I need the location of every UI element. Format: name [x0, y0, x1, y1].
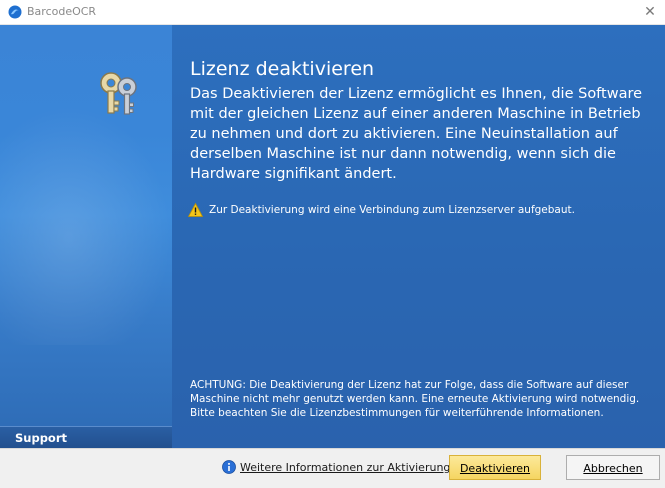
close-button[interactable]: ✕: [639, 2, 661, 22]
main-panel: Lizenz deaktivieren Das Deaktivieren der…: [172, 25, 665, 448]
deactivate-button[interactable]: Deaktivieren: [449, 455, 541, 480]
deactivate-label: Deaktivieren: [459, 462, 531, 475]
warning-text: Zur Deaktivierung wird eine Verbindung z…: [209, 204, 575, 216]
notice-text: ACHTUNG: Die Deaktivierung der Lizenz ha…: [190, 379, 640, 419]
info-icon: [222, 460, 236, 474]
sidebar-glow: [0, 105, 172, 345]
description-text: Das Deaktivieren der Lizenz ermöglicht e…: [190, 86, 643, 182]
page-title: Lizenz deaktivieren: [190, 58, 375, 80]
button-bar: Weitere Informationen zur Aktivierung De…: [0, 448, 665, 488]
keys-icon: [100, 72, 137, 115]
cancel-label: Abbrechen: [583, 462, 643, 475]
dialog-window: BarcodeOCR ✕ Support Lizenz deaktivieren…: [0, 0, 665, 488]
more-info-text: Weitere Informationen zur Aktivierung: [240, 461, 451, 474]
title-bar[interactable]: BarcodeOCR ✕: [0, 0, 665, 25]
support-link[interactable]: Support: [0, 426, 172, 449]
content-area: Support Lizenz deaktivieren Das Deaktivi…: [0, 25, 665, 449]
window-title: BarcodeOCR: [27, 5, 97, 18]
warning-icon: [188, 203, 203, 217]
close-icon: ✕: [644, 4, 656, 20]
support-label: Support: [15, 431, 68, 445]
sidebar: Support: [0, 25, 172, 449]
app-icon: [8, 5, 22, 19]
cancel-button[interactable]: Abbrechen: [566, 455, 660, 480]
